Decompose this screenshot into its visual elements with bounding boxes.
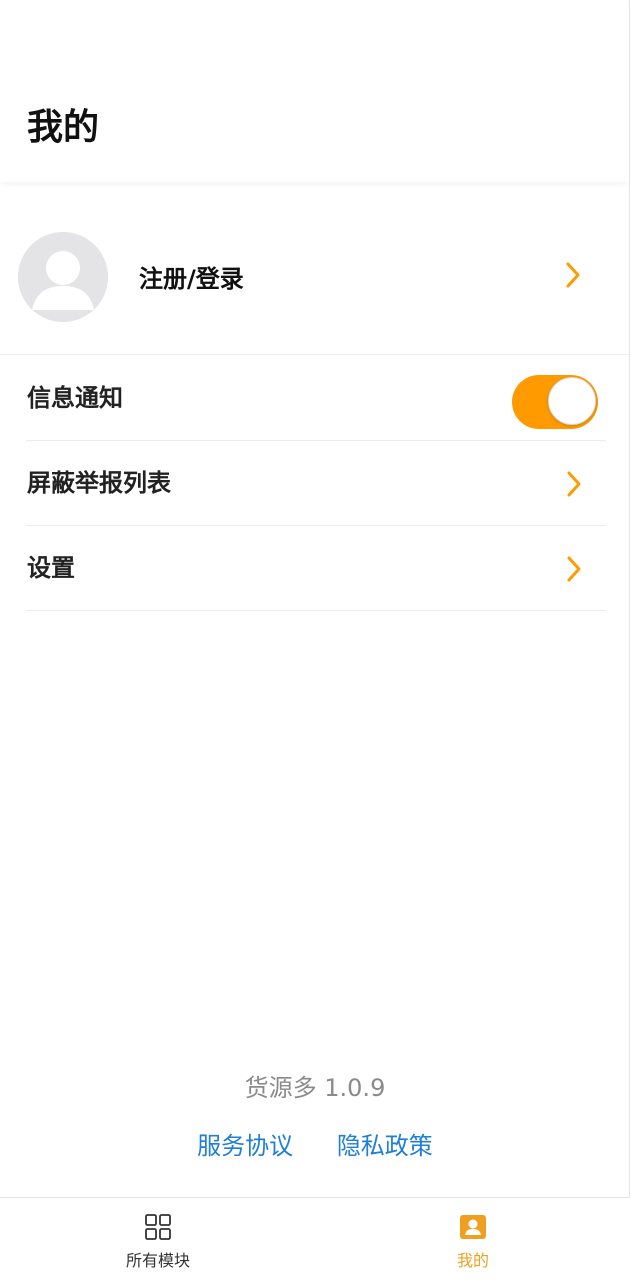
bottom-tab-bar: 所有模块 我的 [0, 1197, 630, 1280]
legal-links: 服务协议 隐私政策 [0, 1128, 630, 1164]
tab-mine[interactable]: 我的 [393, 1198, 553, 1280]
service-agreement-link[interactable]: 服务协议 [197, 1132, 293, 1160]
tab-label: 我的 [456, 1251, 489, 1270]
avatar [18, 232, 108, 322]
tab-all-modules[interactable]: 所有模块 [78, 1198, 238, 1280]
menu-item-label: 设置 [27, 554, 75, 582]
chevron-right-icon [567, 556, 581, 582]
chevron-right-icon [567, 471, 581, 497]
tab-label: 所有模块 [125, 1251, 190, 1270]
menu-list: 信息通知 屏蔽举报列表 设置 [26, 356, 606, 611]
menu-item-notifications: 信息通知 [26, 356, 606, 441]
chevron-right-icon [566, 262, 580, 288]
menu-item-block-report-list[interactable]: 屏蔽举报列表 [26, 441, 606, 526]
header: 我的 [0, 0, 629, 182]
menu-item-label: 信息通知 [27, 384, 123, 412]
page-title: 我的 [27, 107, 100, 148]
login-register-label: 注册/登录 [139, 265, 244, 293]
user-card-icon [460, 1215, 486, 1239]
grid-icon [145, 1214, 171, 1240]
default-avatar-icon [18, 232, 108, 322]
app-version: 货源多 1.0.9 [244, 1074, 386, 1102]
privacy-policy-link[interactable]: 隐私政策 [337, 1132, 433, 1160]
profile-login-row[interactable]: 注册/登录 [0, 200, 629, 355]
menu-item-settings[interactable]: 设置 [26, 526, 606, 611]
toggle-knob [548, 377, 596, 425]
app-screen: 我的 注册/登录 信息通知 屏蔽举报列表 设置 货源多 1.0.9 服务协议 隐… [0, 0, 630, 1280]
menu-item-label: 屏蔽举报列表 [27, 469, 171, 497]
notification-toggle[interactable] [512, 375, 598, 429]
